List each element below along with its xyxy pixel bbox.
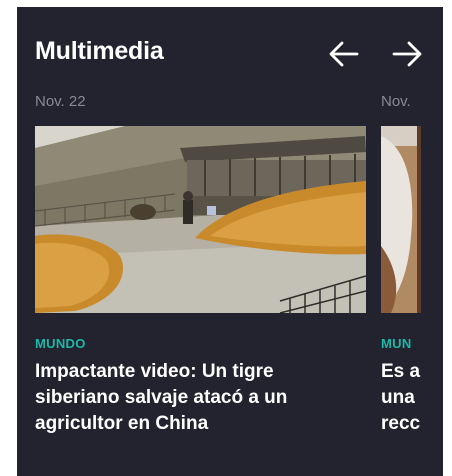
arrow-right-icon xyxy=(392,41,422,67)
multimedia-panel: Multimedia Nov. 22 MUNDO Impactante vide… xyxy=(17,7,443,476)
card-date: Nov. 22 xyxy=(35,93,86,110)
multimedia-card[interactable]: Nov. MUN Es a una recc xyxy=(381,91,443,434)
next-arrow-button[interactable] xyxy=(390,37,424,71)
farmyard-scene-image xyxy=(35,126,366,313)
card-video-thumbnail[interactable] xyxy=(381,126,421,313)
card-headline[interactable]: Impactante video: Un tigre siberiano sal… xyxy=(35,359,351,437)
card-thumbnail-image xyxy=(381,126,421,313)
previous-arrow-button[interactable] xyxy=(327,37,361,71)
card-category[interactable]: MUN xyxy=(381,336,412,351)
card-date: Nov. xyxy=(381,93,411,110)
arrow-left-icon xyxy=(329,41,359,67)
section-title: Multimedia xyxy=(35,37,164,65)
card-category[interactable]: MUNDO xyxy=(35,336,86,351)
card-headline[interactable]: Es a una recc xyxy=(381,359,443,437)
card-video-thumbnail[interactable] xyxy=(35,126,366,313)
multimedia-card[interactable]: Nov. 22 MUNDO Impactante video: Un tigre… xyxy=(35,91,366,434)
